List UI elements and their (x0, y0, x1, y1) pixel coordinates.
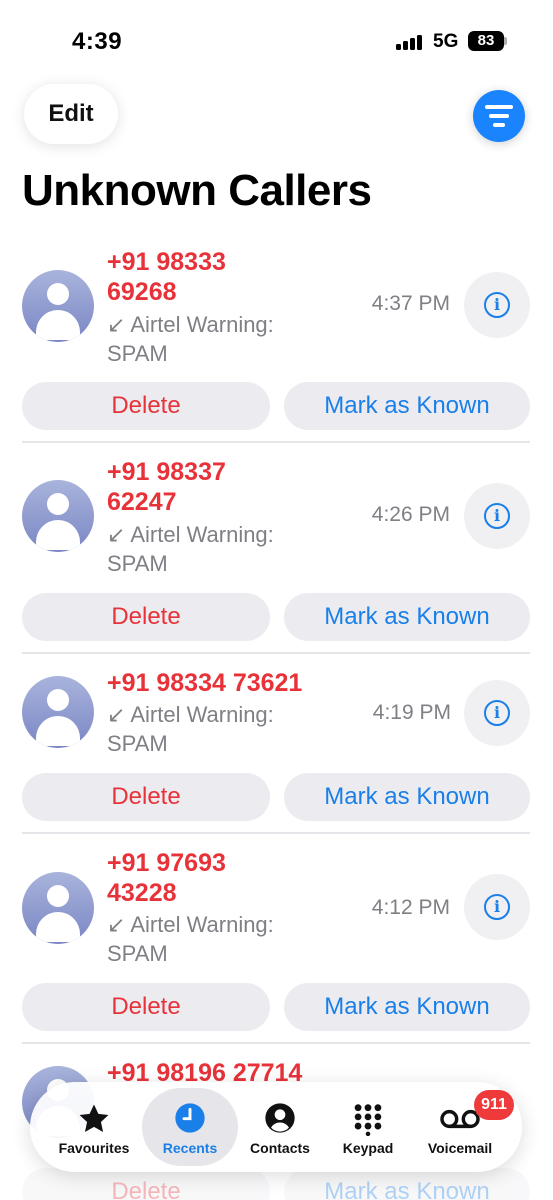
spam-warning: ↙ Airtel Warning: (107, 912, 274, 937)
network-type: 5G (433, 31, 459, 52)
caller-number-line1[interactable]: +91 97693 (107, 848, 357, 878)
mark-as-known-button[interactable]: Mark as Known (284, 382, 530, 430)
divider (22, 1042, 530, 1044)
caller-number[interactable]: +91 98334 73621 (107, 668, 357, 698)
filter-icon-line (489, 114, 509, 118)
info-button[interactable]: i (464, 874, 530, 940)
avatar (22, 676, 94, 748)
keypad-icon (354, 1104, 382, 1136)
caller-number-line1[interactable]: +91 98337 (107, 457, 357, 487)
call-time: 4:37 PM (371, 292, 450, 315)
tab-favourites[interactable]: Favourites (46, 1088, 142, 1166)
info-icon: i (484, 700, 510, 726)
clock-icon (175, 1103, 205, 1133)
tab-bar: Favourites Recents Contacts Keypad Voice… (30, 1082, 522, 1172)
mark-as-known-button[interactable]: Mark as Known (284, 983, 530, 1031)
call-time: 4:19 PM (372, 701, 451, 724)
delete-button[interactable]: Delete (22, 983, 270, 1031)
person-circle-icon (265, 1103, 295, 1133)
star-icon (79, 1104, 109, 1133)
spam-warning: ↙ Airtel Warning: (107, 702, 274, 727)
avatar (22, 480, 94, 552)
spam-label: SPAM (107, 341, 168, 366)
signal-strength-icon (396, 34, 424, 50)
caller-number-line1[interactable]: +91 98333 (107, 247, 357, 277)
voicemail-badge: 911 (474, 1090, 514, 1120)
tab-label: Contacts (250, 1140, 310, 1156)
divider (22, 441, 530, 443)
delete-button[interactable]: Delete (22, 1168, 270, 1200)
status-time: 4:39 (72, 28, 123, 55)
tab-label: Recents (162, 1140, 218, 1156)
tab-label: Keypad (342, 1140, 394, 1156)
spam-label: SPAM (107, 551, 168, 576)
caller-number-line2[interactable]: 43228 (107, 878, 357, 908)
info-button[interactable]: i (464, 272, 530, 338)
avatar (22, 270, 94, 342)
tab-label: Voicemail (427, 1140, 493, 1156)
tab-label: Favourites (58, 1140, 130, 1156)
tab-keypad[interactable]: Keypad (320, 1088, 416, 1166)
page-title: Unknown Callers (22, 166, 372, 215)
delete-button[interactable]: Delete (22, 382, 270, 430)
partial-action-row: Delete Mark as Known (0, 1168, 553, 1200)
status-bar: 4:39 5G 83 (0, 0, 553, 80)
battery-icon: 83 (468, 31, 504, 51)
call-time: 4:26 PM (371, 503, 450, 526)
tab-contacts[interactable]: Contacts (232, 1088, 328, 1166)
spam-warning: ↙ Airtel Warning: (107, 312, 274, 337)
info-icon: i (484, 894, 510, 920)
mark-as-known-button[interactable]: Mark as Known (284, 1168, 530, 1200)
caller-number-line2[interactable]: 69268 (107, 277, 357, 307)
avatar (22, 872, 94, 944)
call-time: 4:12 PM (371, 896, 450, 919)
filter-icon (485, 105, 513, 109)
filter-menu-button[interactable] (473, 90, 525, 142)
spam-label: SPAM (107, 941, 168, 966)
info-icon: i (484, 503, 510, 529)
info-icon: i (484, 292, 510, 318)
battery-cap (504, 37, 507, 45)
filter-icon-line (493, 123, 505, 127)
spam-warning: ↙ Airtel Warning: (107, 522, 274, 547)
info-button[interactable]: i (464, 483, 530, 549)
tab-recents[interactable]: Recents (142, 1088, 238, 1166)
edit-button[interactable]: Edit (24, 84, 118, 144)
caller-number-line2[interactable]: 62247 (107, 487, 357, 517)
divider (22, 832, 530, 834)
divider (22, 652, 530, 654)
info-button[interactable]: i (464, 680, 530, 746)
spam-label: SPAM (107, 731, 168, 756)
mark-as-known-button[interactable]: Mark as Known (284, 593, 530, 641)
delete-button[interactable]: Delete (22, 593, 270, 641)
mark-as-known-button[interactable]: Mark as Known (284, 773, 530, 821)
delete-button[interactable]: Delete (22, 773, 270, 821)
